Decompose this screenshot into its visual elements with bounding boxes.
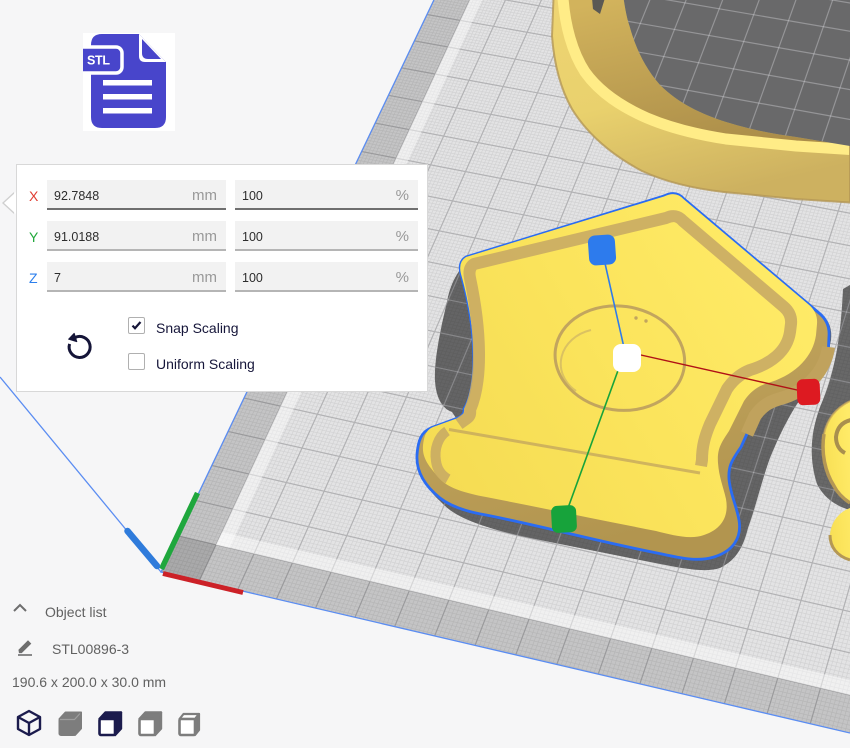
svg-text:STL: STL (87, 54, 110, 68)
